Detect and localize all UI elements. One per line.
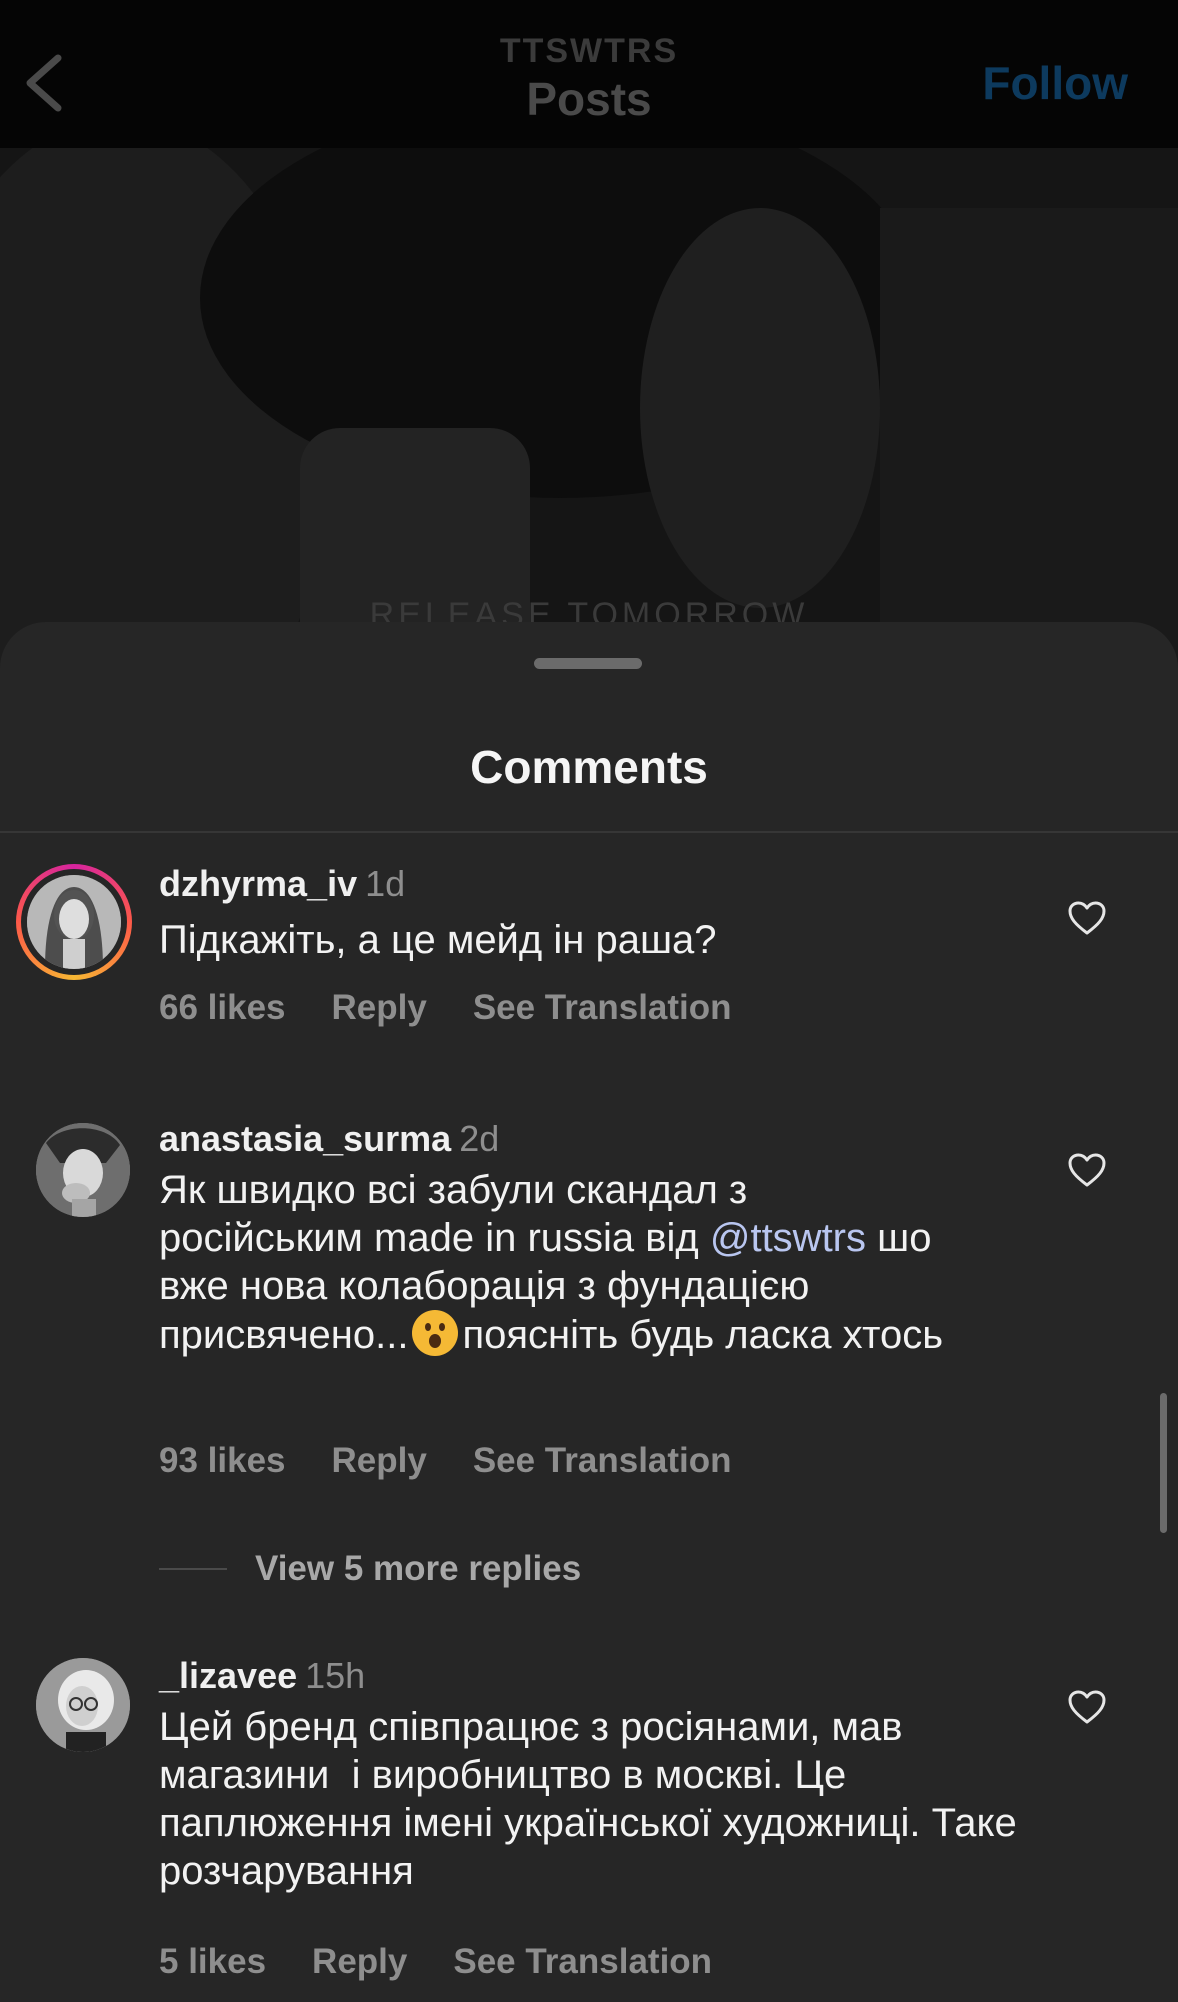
hushed-face-emoji-icon	[412, 1310, 459, 1356]
comment-likes[interactable]: 5 likes	[159, 1942, 266, 1981]
avatar[interactable]	[27, 875, 121, 969]
comment-text: Як швидко всі забули скандал з російськи…	[159, 1166, 949, 1359]
reply-button[interactable]: Reply	[312, 1942, 407, 1981]
scrollbar[interactable]	[1160, 1393, 1167, 1533]
top-bar: TTSWTRS Posts Follow	[0, 0, 1178, 148]
see-translation-button[interactable]: See Translation	[473, 988, 732, 1027]
post-photo	[0, 148, 1178, 668]
comment-actions: 5 likes Reply See Translation	[159, 1940, 758, 1984]
replies-divider	[159, 1568, 227, 1570]
avatar-photo	[27, 875, 121, 969]
sheet-title: Comments	[470, 741, 708, 793]
comment-text: Підкажіть, а це мейд ін раша?	[159, 918, 717, 962]
comment-likes[interactable]: 93 likes	[159, 1441, 286, 1480]
comment-text: Цей бренд співпрацює з росіянами, мав ма…	[159, 1705, 1028, 1893]
comment-text-part1: Як швидко всі забули скандал з російськи…	[159, 1168, 759, 1260]
heart-outline-icon	[1068, 1690, 1106, 1724]
comments-sheet: Comments dzhyrma_iv 1d Підкажіть, а це ме…	[0, 622, 1178, 2002]
reply-button[interactable]: Reply	[332, 1441, 427, 1480]
avatar[interactable]	[36, 1658, 130, 1752]
avatar[interactable]	[36, 1123, 130, 1217]
comment-time: 1d	[365, 863, 406, 904]
follow-button[interactable]: Follow	[982, 56, 1128, 110]
comment-time: 2d	[459, 1118, 500, 1159]
like-button[interactable]	[1067, 1152, 1107, 1188]
heart-outline-icon	[1068, 901, 1106, 935]
reply-button[interactable]: Reply	[332, 988, 427, 1027]
comment-likes[interactable]: 66 likes	[159, 988, 286, 1027]
like-button[interactable]	[1067, 1689, 1107, 1725]
avatar-photo	[36, 1123, 130, 1217]
like-button[interactable]	[1067, 900, 1107, 936]
comment-time: 15h	[305, 1655, 366, 1696]
comment-actions: 66 likes Reply See Translation	[159, 986, 778, 1030]
avatar-photo	[36, 1658, 130, 1752]
comment-username[interactable]: _lizavee	[159, 1655, 297, 1696]
divider	[0, 831, 1178, 833]
see-translation-button[interactable]: See Translation	[453, 1942, 712, 1981]
comment-actions: 93 likes Reply See Translation	[159, 1439, 778, 1483]
sheet-grabber-handle[interactable]	[534, 658, 642, 669]
view-more-replies-button[interactable]: View 5 more replies	[255, 1547, 581, 1591]
comment-text-part3: поясніть будь ласка хтось	[462, 1313, 944, 1357]
comment-username[interactable]: dzhyrma_iv	[159, 863, 357, 904]
see-translation-button[interactable]: See Translation	[473, 1441, 732, 1480]
comment-username[interactable]: anastasia_surma	[159, 1118, 451, 1159]
mention-link[interactable]: @ttswtrs	[710, 1216, 866, 1260]
heart-outline-icon	[1068, 1153, 1106, 1187]
post-image: RELEASE TOMORROW	[0, 148, 1178, 668]
